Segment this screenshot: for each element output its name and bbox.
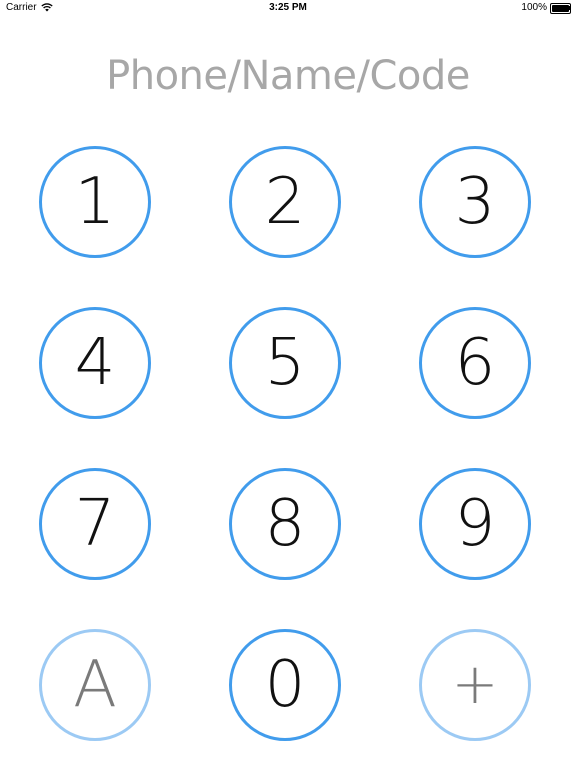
- key-3[interactable]: 3: [419, 146, 531, 258]
- key-3-label: 3: [454, 165, 496, 239]
- key-8[interactable]: 8: [229, 468, 341, 580]
- key-plus[interactable]: +: [419, 629, 531, 741]
- key-9[interactable]: 9: [419, 468, 531, 580]
- plus-icon: +: [451, 652, 499, 717]
- key-7[interactable]: 7: [39, 468, 151, 580]
- key-2[interactable]: 2: [229, 146, 341, 258]
- key-7-label: 7: [74, 487, 116, 561]
- key-alpha-label: A: [73, 648, 117, 722]
- key-4-label: 4: [74, 326, 116, 400]
- key-0-label: 0: [264, 648, 306, 722]
- key-1-label: 1: [74, 165, 116, 239]
- key-5-label: 5: [264, 326, 306, 400]
- key-6[interactable]: 6: [419, 307, 531, 419]
- key-5[interactable]: 5: [229, 307, 341, 419]
- key-0[interactable]: 0: [229, 629, 341, 741]
- key-8-label: 8: [264, 487, 306, 561]
- key-6-label: 6: [454, 326, 496, 400]
- key-4[interactable]: 4: [39, 307, 151, 419]
- key-2-label: 2: [264, 165, 306, 239]
- key-1[interactable]: 1: [39, 146, 151, 258]
- key-9-label: 9: [454, 487, 496, 561]
- key-alpha[interactable]: A: [39, 629, 151, 741]
- keypad: 1 2 3 4 5 6 7 8 9 A 0 +: [0, 0, 576, 768]
